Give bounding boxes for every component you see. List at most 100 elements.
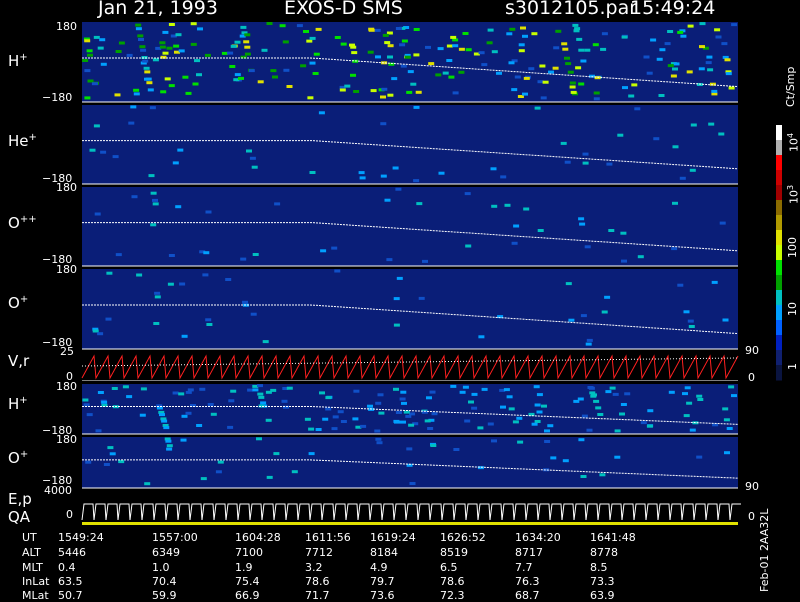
colorbar-segment	[776, 185, 782, 201]
count-pixel	[668, 390, 675, 394]
count-pixel	[168, 84, 175, 88]
count-pixel	[504, 203, 511, 207]
count-pixel	[621, 35, 628, 39]
count-pixel	[680, 34, 687, 38]
count-pixel	[731, 394, 737, 398]
count-pixel	[491, 50, 498, 54]
count-pixel	[152, 202, 159, 206]
count-pixel	[400, 420, 406, 424]
count-pixel	[367, 404, 373, 408]
count-pixel	[177, 148, 184, 152]
colorbar-segment	[776, 320, 782, 336]
count-pixel	[272, 75, 278, 79]
count-pixel	[550, 456, 557, 460]
count-pixel	[250, 312, 257, 316]
count-pixel	[393, 323, 400, 327]
panel-background	[82, 437, 738, 488]
count-pixel	[308, 452, 315, 456]
count-pixel	[187, 388, 194, 392]
count-pixel	[726, 427, 733, 430]
count-pixel	[87, 79, 94, 83]
count-pixel	[200, 477, 207, 481]
count-pixel	[282, 40, 289, 44]
count-pixel	[722, 407, 729, 411]
colorbar-segment	[776, 275, 782, 291]
count-pixel	[511, 241, 518, 245]
count-pixel	[261, 48, 268, 52]
count-pixel	[508, 407, 515, 411]
count-pixel	[257, 384, 263, 388]
count-pixel	[719, 221, 726, 225]
count-pixel	[304, 417, 311, 421]
count-pixel	[153, 322, 160, 325]
colorbar-segment	[776, 230, 782, 246]
count-pixel	[135, 27, 142, 31]
count-pixel	[600, 47, 607, 51]
count-pixel	[197, 27, 203, 31]
count-pixel	[240, 257, 247, 261]
count-pixel	[620, 231, 627, 235]
count-pixel	[523, 76, 530, 80]
count-pixel	[500, 175, 507, 179]
count-pixel	[178, 49, 185, 53]
count-pixel	[181, 334, 188, 338]
count-pixel	[409, 482, 416, 485]
count-pixel	[145, 77, 152, 81]
count-pixel	[159, 45, 166, 49]
count-pixel	[143, 66, 150, 70]
count-pixel	[86, 413, 93, 417]
count-pixel	[514, 75, 521, 79]
colorbar-segment	[776, 215, 782, 231]
count-pixel	[179, 282, 186, 286]
count-pixel	[425, 45, 431, 49]
count-pixel	[450, 384, 457, 388]
count-pixel	[687, 24, 694, 28]
count-pixel	[344, 84, 351, 88]
count-pixel	[667, 64, 674, 68]
count-pixel	[491, 439, 497, 443]
count-pixel	[281, 399, 288, 403]
count-pixel	[442, 71, 449, 75]
count-pixel	[178, 392, 185, 396]
count-pixel	[608, 229, 615, 232]
count-pixel	[240, 25, 247, 29]
count-pixel	[309, 36, 316, 40]
count-pixel	[670, 74, 677, 78]
count-pixel	[93, 124, 100, 128]
count-pixel	[564, 56, 570, 60]
count-pixel	[721, 42, 728, 46]
count-pixel	[624, 392, 631, 396]
count-pixel	[689, 428, 696, 432]
count-pixel	[230, 389, 237, 393]
count-pixel	[260, 401, 267, 405]
count-pixel	[147, 88, 154, 92]
count-pixel	[506, 395, 513, 399]
count-pixel	[688, 325, 695, 328]
count-pixel	[677, 283, 684, 287]
count-pixel	[166, 447, 173, 451]
count-pixel	[601, 32, 608, 36]
count-pixel	[256, 437, 262, 441]
count-pixel	[684, 386, 691, 390]
count-pixel	[353, 389, 360, 393]
count-pixel	[722, 318, 729, 322]
count-pixel	[715, 35, 722, 39]
count-pixel	[244, 33, 251, 37]
count-pixel	[671, 247, 678, 251]
count-pixel	[621, 259, 627, 263]
count-pixel	[413, 179, 420, 183]
count-pixel	[464, 192, 471, 196]
count-pixel	[225, 278, 232, 281]
count-pixel	[205, 318, 212, 322]
count-pixel	[673, 62, 680, 66]
count-pixel	[185, 91, 192, 95]
count-pixel	[533, 385, 540, 389]
count-pixel	[257, 392, 264, 396]
count-pixel	[597, 413, 604, 416]
count-pixel	[561, 42, 568, 46]
count-pixel	[573, 29, 580, 33]
count-pixel	[387, 44, 394, 48]
count-pixel	[410, 82, 417, 86]
count-pixel	[140, 48, 147, 52]
count-pixel	[136, 273, 143, 277]
